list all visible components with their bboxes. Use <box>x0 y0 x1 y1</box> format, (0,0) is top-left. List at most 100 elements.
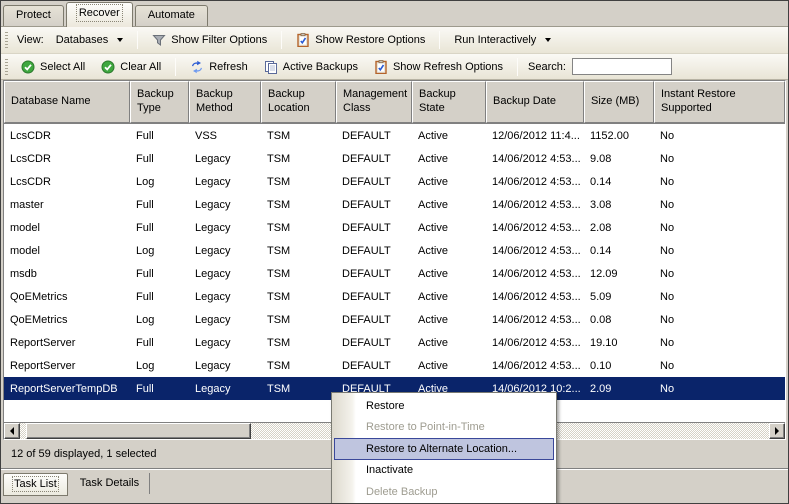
run-interactively-dropdown[interactable]: Run Interactively <box>448 31 557 49</box>
menu-item-inactivate[interactable]: Inactivate <box>332 460 556 482</box>
table-row[interactable]: ReportServerFullLegacyTSMDEFAULTActive14… <box>4 331 785 354</box>
cell: Legacy <box>189 222 261 234</box>
cell: 0.08 <box>584 314 654 326</box>
cell: Log <box>130 176 189 188</box>
cell: Active <box>412 222 486 234</box>
column-header[interactable]: Backup Method <box>189 81 261 123</box>
menu-item-restore-to-point-in-time: Restore to Point-in-Time <box>332 417 556 439</box>
clear-all-label: Clear All <box>120 61 161 73</box>
table-row[interactable]: QoEMetricsFullLegacyTSMDEFAULTActive14/0… <box>4 285 785 308</box>
cell: Active <box>412 245 486 257</box>
scrollbar-thumb[interactable] <box>26 423 251 439</box>
cell: 5.09 <box>584 291 654 303</box>
table-row[interactable]: masterFullLegacyTSMDEFAULTActive14/06/20… <box>4 193 785 216</box>
column-header[interactable]: Backup Location <box>261 81 336 123</box>
table-row[interactable]: LcsCDRFullVSSTSMDEFAULTActive12/06/2012 … <box>4 124 785 147</box>
tab-automate[interactable]: Automate <box>135 5 208 26</box>
cell: TSM <box>261 245 336 257</box>
cell: Full <box>130 199 189 211</box>
cell: DEFAULT <box>336 176 412 188</box>
column-header[interactable]: Backup State <box>412 81 486 123</box>
toolbar-separator <box>137 31 138 49</box>
cell: TSM <box>261 222 336 234</box>
refresh-button[interactable]: Refresh <box>184 57 254 77</box>
show-restore-options-button[interactable]: Show Restore Options <box>290 30 431 50</box>
select-all-button[interactable]: Select All <box>15 57 91 77</box>
cell: QoEMetrics <box>4 314 130 326</box>
tab-label: Recover <box>79 7 120 19</box>
cell: DEFAULT <box>336 360 412 372</box>
menu-item-delete-backup: Delete Backup <box>332 481 556 503</box>
cell: VSS <box>189 130 261 142</box>
cell: DEFAULT <box>336 245 412 257</box>
refresh-label: Refresh <box>209 61 248 73</box>
show-restore-options-label: Show Restore Options <box>315 34 425 46</box>
cell: No <box>654 199 785 211</box>
clear-all-button[interactable]: Clear All <box>95 57 167 77</box>
cell: Full <box>130 153 189 165</box>
column-header[interactable]: Size (MB) <box>584 81 654 123</box>
show-refresh-options-button[interactable]: Show Refresh Options <box>368 57 509 77</box>
cell: No <box>654 153 785 165</box>
cell: TSM <box>261 314 336 326</box>
cell: TSM <box>261 337 336 349</box>
cell: DEFAULT <box>336 291 412 303</box>
table-row[interactable]: LcsCDRFullLegacyTSMDEFAULTActive14/06/20… <box>4 147 785 170</box>
cell: Log <box>130 245 189 257</box>
table-row[interactable]: ReportServerLogLegacyTSMDEFAULTActive14/… <box>4 354 785 377</box>
view-dropdown[interactable]: Databases <box>50 31 130 49</box>
cell: No <box>654 383 785 395</box>
copy-pages-icon <box>264 60 278 74</box>
tab-label: Protect <box>16 9 51 21</box>
cell: Active <box>412 176 486 188</box>
status-text: 12 of 59 displayed, 1 selected <box>11 448 157 460</box>
tab-recover[interactable]: Recover <box>66 2 133 27</box>
column-header[interactable]: Database Name <box>4 81 130 123</box>
cell: 0.10 <box>584 360 654 372</box>
table-row[interactable]: msdbFullLegacyTSMDEFAULTActive14/06/2012… <box>4 262 785 285</box>
filter-icon <box>152 33 166 47</box>
cell: Log <box>130 360 189 372</box>
cell: ReportServer <box>4 360 130 372</box>
column-header[interactable]: Backup Type <box>130 81 189 123</box>
table-header-row: Database NameBackup TypeBackup MethodBac… <box>4 81 785 124</box>
toolbar-grip[interactable] <box>5 59 8 75</box>
cell: No <box>654 222 785 234</box>
column-header[interactable]: Instant Restore Supported <box>654 81 785 123</box>
cell: Legacy <box>189 268 261 280</box>
cell: TSM <box>261 268 336 280</box>
cell: LcsCDR <box>4 130 130 142</box>
show-filter-options-button[interactable]: Show Filter Options <box>146 30 273 50</box>
cell: Full <box>130 291 189 303</box>
tab-protect[interactable]: Protect <box>3 5 64 26</box>
table-row[interactable]: modelFullLegacyTSMDEFAULTActive14/06/201… <box>4 216 785 239</box>
menu-item-restore-to-alternate-location[interactable]: Restore to Alternate Location... <box>334 438 554 460</box>
cell: TSM <box>261 199 336 211</box>
select-all-check-icon <box>21 60 35 74</box>
active-backups-label: Active Backups <box>283 61 358 73</box>
table-row[interactable]: QoEMetricsLogLegacyTSMDEFAULTActive14/06… <box>4 308 785 331</box>
cell: QoEMetrics <box>4 291 130 303</box>
tab-task-list[interactable]: Task List <box>3 473 68 496</box>
toolbar-grip[interactable] <box>5 32 8 48</box>
menu-item-restore[interactable]: Restore <box>332 395 556 417</box>
column-header[interactable]: Backup Date <box>486 81 584 123</box>
column-header[interactable]: Management Class <box>336 81 412 123</box>
table-row[interactable]: modelLogLegacyTSMDEFAULTActive14/06/2012… <box>4 239 785 262</box>
cell: Legacy <box>189 383 261 395</box>
cell: TSM <box>261 383 336 395</box>
cell: Legacy <box>189 176 261 188</box>
show-filter-options-label: Show Filter Options <box>171 34 267 46</box>
scroll-left-button[interactable] <box>4 423 20 439</box>
clipboard-icon <box>374 60 388 74</box>
tab-task-details[interactable]: Task Details <box>70 473 150 494</box>
search-input[interactable] <box>572 58 672 75</box>
toolbar-separator <box>439 31 440 49</box>
table-row[interactable]: LcsCDRLogLegacyTSMDEFAULTActive14/06/201… <box>4 170 785 193</box>
cell: Legacy <box>189 314 261 326</box>
cell: TSM <box>261 291 336 303</box>
chevron-down-icon <box>117 38 123 42</box>
active-backups-button[interactable]: Active Backups <box>258 57 364 77</box>
scroll-right-button[interactable] <box>769 423 785 439</box>
actions-toolbar: Select All Clear All Refresh Active Back… <box>1 54 788 80</box>
